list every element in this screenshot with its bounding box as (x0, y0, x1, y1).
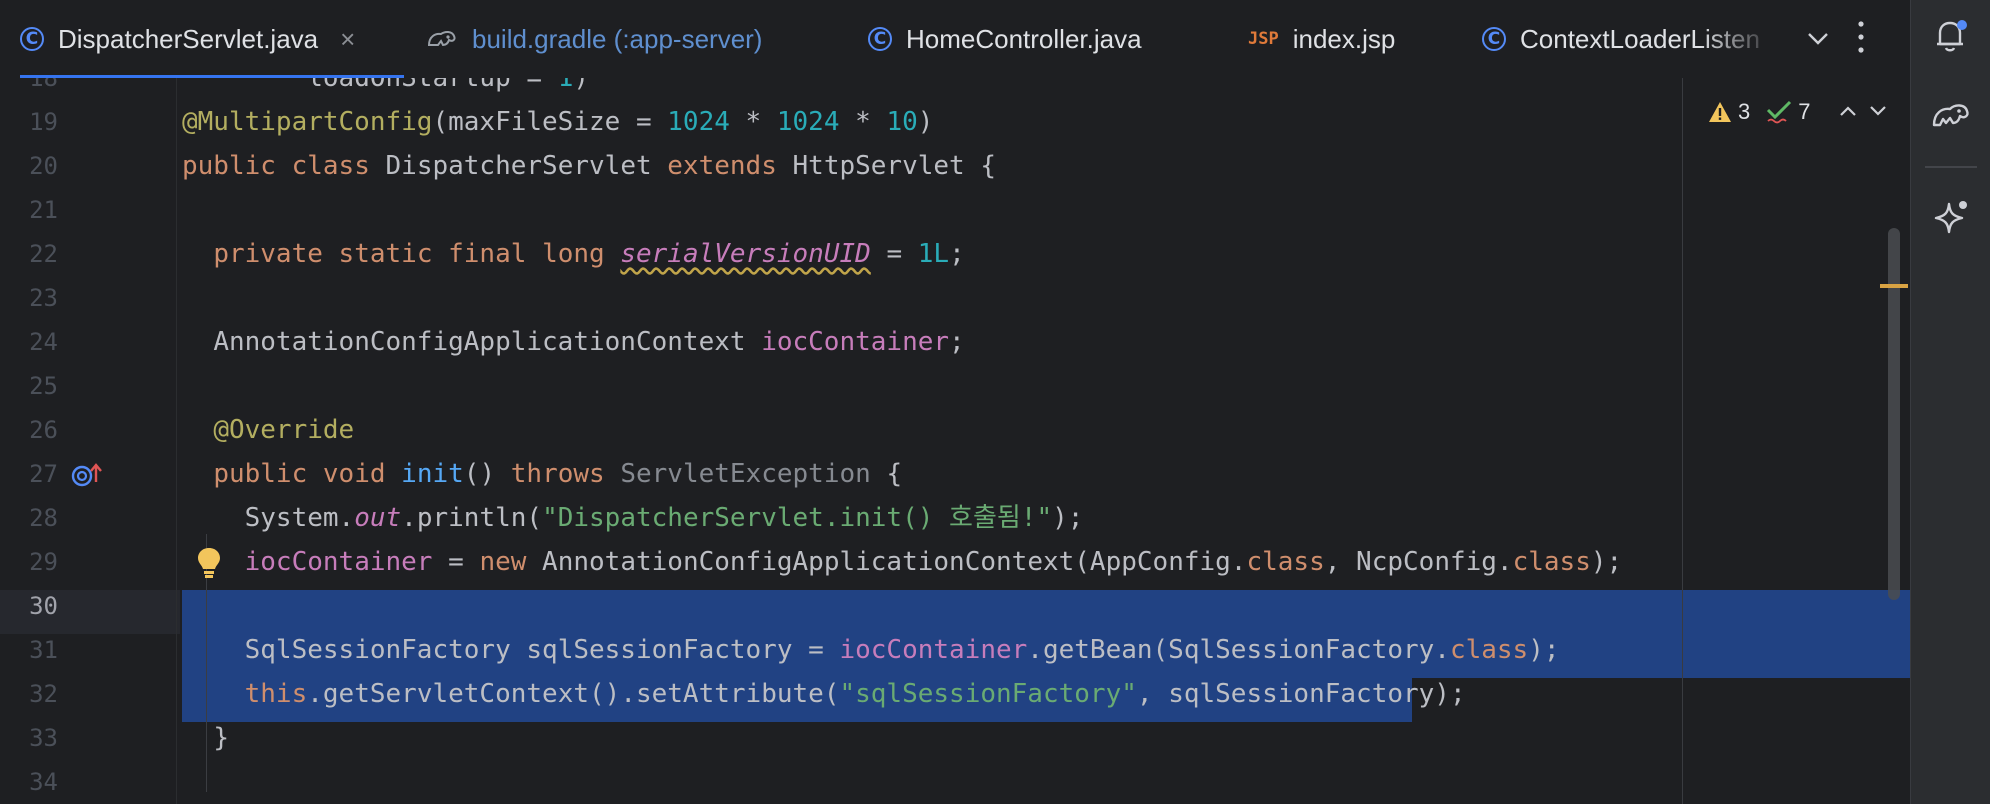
code-text: iocContainer = new AnnotationConfigAppli… (244, 547, 1623, 577)
warning-count[interactable]: 3 (1708, 99, 1750, 125)
code-line-21: 21 (0, 188, 1680, 232)
code-line-22: 22 private static final long serialVersi… (0, 232, 1680, 276)
next-highlight-icon[interactable] (1869, 101, 1887, 124)
overrides-method-icon[interactable] (70, 462, 104, 488)
code-line-28: 28 System.out.println("DispatcherServlet… (0, 496, 1680, 540)
line-number: 20 (29, 152, 58, 180)
code-line-27: 27 public void init() throws ServletExce… (0, 452, 1680, 496)
line-number: 27 (29, 460, 58, 488)
code-line-33: 33 } (0, 716, 1680, 760)
code-text: private static final long serialVersionU… (213, 239, 965, 269)
java-class-icon: C (20, 27, 44, 51)
toolbar-separator (1925, 166, 1977, 168)
line-number: 23 (29, 284, 58, 312)
current-line-number: 30 (29, 592, 58, 620)
code-line-25: 25 (0, 364, 1680, 408)
inspection-widget[interactable]: 3 7 (1708, 92, 1887, 132)
line-number: 28 (29, 504, 58, 532)
code-line-23: 23 (0, 276, 1680, 320)
right-tool-window-bar (1910, 0, 1990, 804)
line-number: 33 (29, 724, 58, 752)
tab-index-jsp[interactable]: JSP index.jsp (1248, 0, 1395, 78)
chevron-down-icon[interactable] (1806, 18, 1830, 65)
line-number: 34 (29, 768, 58, 796)
code-text: this.getServletContext().setAttribute("s… (244, 679, 1466, 709)
tab-label: DispatcherServlet.java (58, 23, 319, 54)
java-class-icon: C (1482, 27, 1506, 51)
line-number: 29 (29, 548, 58, 576)
line-number: 18 (29, 78, 58, 92)
code-text: public class DispatcherServlet extends H… (182, 151, 997, 181)
warning-stripe-marker[interactable] (1880, 284, 1908, 288)
code-text: } (213, 723, 229, 753)
code-line-19: 19 @MultipartConfig(maxFileSize = 1024 *… (0, 100, 1680, 144)
code-text: System.out.println("DispatcherServlet.in… (244, 503, 1084, 533)
line-number: 22 (29, 240, 58, 268)
editor-tab-bar: C DispatcherServlet.java × build.gradle … (0, 0, 1910, 79)
line-number: 24 (29, 328, 58, 356)
tab-label: HomeController.java (906, 23, 1142, 54)
code-line-20: 20 public class DispatcherServlet extend… (0, 144, 1680, 188)
typo-count[interactable]: 7 (1766, 99, 1811, 125)
line-number: 21 (29, 196, 58, 224)
gradle-tool-icon[interactable] (1931, 98, 1971, 138)
code-text: public void init() throws ServletExcepti… (213, 459, 903, 489)
java-class-icon: C (868, 27, 892, 51)
close-icon[interactable]: × (340, 24, 355, 55)
code-line-31: 31 SqlSessionFactory sqlSessionFactory =… (0, 628, 1680, 672)
code-text: @MultipartConfig(maxFileSize = 1024 * 10… (182, 107, 934, 137)
right-margin-guide (1682, 78, 1683, 804)
code-line-29: 29 iocContainer = new AnnotationConfigAp… (0, 540, 1680, 584)
code-text: SqlSessionFactory sqlSessionFactory = io… (244, 635, 1560, 665)
line-number: 31 (29, 636, 58, 664)
tab-label: index.jsp (1292, 23, 1396, 54)
tab-dispatcherservlet-java[interactable]: C DispatcherServlet.java × (20, 0, 404, 79)
tab-overflow-fade (1700, 0, 1810, 78)
code-line-18: 18 loadOnStartup = 1) (0, 78, 1680, 100)
code-line-34: 34 (0, 760, 1680, 804)
code-line-30: 30 (0, 584, 1680, 628)
ai-assistant-sparkle-icon[interactable] (1931, 198, 1971, 238)
warning-triangle-icon (1709, 102, 1731, 122)
tab-build-gradle[interactable]: build.gradle (:app-server) (426, 0, 762, 78)
jsp-file-icon: JSP (1248, 29, 1279, 49)
tab-homecontroller-java[interactable]: C HomeController.java (868, 0, 1142, 78)
code-line-32: 32 this.getServletContext().setAttribute… (0, 672, 1680, 716)
notifications-bell-icon[interactable] (1931, 16, 1971, 56)
code-line-24: 24 AnnotationConfigApplicationContext io… (0, 320, 1680, 364)
unused-field-warning: serialVersionUID (620, 239, 871, 269)
previous-highlight-icon[interactable] (1839, 101, 1857, 124)
code-text: loadOnStartup = 1) (307, 78, 589, 93)
code-text: AnnotationConfigApplicationContext iocCo… (213, 327, 965, 357)
gradle-icon (427, 30, 456, 47)
more-vertical-icon[interactable] (1856, 14, 1866, 66)
line-number: 25 (29, 372, 58, 400)
typo-check-icon (1767, 100, 1792, 124)
line-number: 32 (29, 680, 58, 708)
code-text: @Override (213, 415, 355, 445)
code-editor[interactable]: 18 loadOnStartup = 1) 19 @MultipartConfi… (0, 78, 1910, 804)
line-number: 19 (29, 108, 58, 136)
code-line-26: 26 @Override (0, 408, 1680, 452)
tab-label: build.gradle (:app-server) (472, 23, 763, 54)
line-number: 26 (29, 416, 58, 444)
